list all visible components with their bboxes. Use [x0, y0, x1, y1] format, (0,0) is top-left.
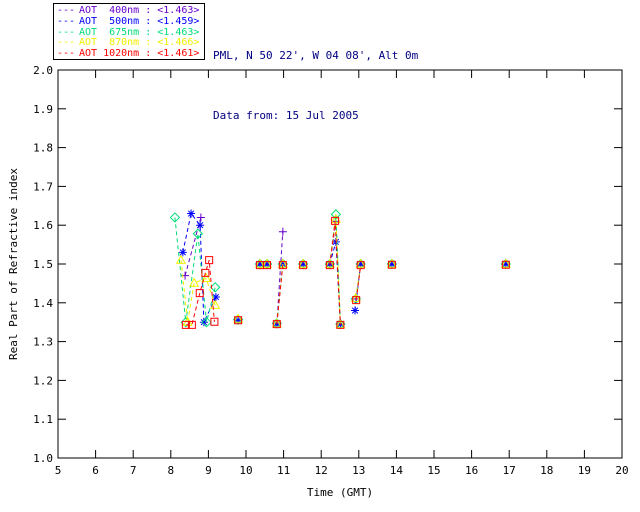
legend-line-sample: --- — [57, 15, 76, 27]
y-tick-label: 1.1 — [33, 413, 53, 426]
series-aot-870nm — [175, 213, 511, 329]
legend-item-aot-1020nm: --- AOT 1020nm : <1.461> — [57, 48, 204, 60]
y-tick-label: 1.7 — [33, 180, 53, 193]
y-tick-label: 1.3 — [33, 336, 53, 349]
x-tick-label: 6 — [92, 464, 99, 477]
series-aot-400nm — [181, 213, 510, 329]
series-aot-1020nm — [181, 216, 510, 329]
x-tick-label: 5 — [55, 464, 62, 477]
data-date: Data from: 15 Jul 2005 — [213, 109, 359, 122]
y-tick-label: 1.9 — [33, 103, 53, 116]
y-tick-label: 1.4 — [33, 297, 53, 310]
plus-marker — [196, 213, 205, 222]
x-tick-label: 14 — [390, 464, 404, 477]
x-tick-label: 13 — [352, 464, 365, 477]
series-line — [329, 220, 341, 325]
legend-label: AOT 500nm : <1.459> — [79, 15, 200, 27]
x-tick-label: 19 — [578, 464, 591, 477]
y-tick-label: 1.0 — [33, 452, 53, 465]
asterisk-marker — [351, 306, 360, 315]
asterisk-marker — [178, 248, 187, 257]
square-marker — [210, 317, 219, 326]
x-tick-label: 18 — [540, 464, 553, 477]
x-tick-label: 15 — [427, 464, 440, 477]
y-tick-label: 2.0 — [33, 64, 53, 77]
series-line — [180, 260, 216, 323]
x-tick-label: 12 — [315, 464, 328, 477]
y-tick-label: 1.8 — [33, 142, 53, 155]
series-line — [329, 214, 341, 325]
plus-marker — [278, 227, 287, 236]
series-aot-675nm — [169, 209, 512, 330]
series-line — [329, 221, 341, 325]
legend-line-sample: --- — [57, 48, 76, 60]
chart-legend: --- AOT 400nm : <1.463> --- AOT 500nm : <1.… — [53, 3, 205, 60]
x-tick-label: 10 — [239, 464, 252, 477]
x-tick-label: 9 — [205, 464, 212, 477]
legend-label: AOT 1020nm : <1.461> — [79, 48, 200, 60]
legend-label: AOT 675nm : <1.463> — [79, 26, 200, 38]
refractive-index-figure: --- AOT 400nm : <1.463> --- AOT 500nm : <1.… — [0, 0, 640, 512]
series-line — [276, 231, 284, 325]
x-axis-label: Time (GMT) — [307, 486, 373, 499]
diamond-marker — [209, 282, 221, 293]
x-tick-label: 20 — [615, 464, 628, 477]
data-series — [169, 209, 512, 330]
y-tick-label: 1.5 — [33, 258, 53, 271]
x-tick-label: 7 — [130, 464, 137, 477]
y-tick-label: 1.6 — [33, 219, 53, 232]
y-axis-label: Real Part of Refractive index — [7, 168, 20, 360]
asterisk-marker — [196, 221, 205, 230]
x-tick-label: 8 — [167, 464, 174, 477]
y-tick-label: 1.2 — [33, 374, 53, 387]
station-info: PML, N 50 22', W 04 08', Alt 0m — [213, 49, 419, 62]
chart-header: PML, N 50 22', W 04 08', Alt 0m Data fro… — [213, 6, 418, 166]
x-tick-label: 17 — [503, 464, 516, 477]
series-aot-500nm — [178, 209, 510, 329]
x-tick-label: 11 — [277, 464, 290, 477]
x-tick-label: 16 — [465, 464, 478, 477]
legend-label: AOT 870nm : <1.466> — [79, 37, 200, 49]
series-line — [329, 219, 341, 325]
asterisk-marker — [187, 209, 196, 218]
legend-label: AOT 400nm : <1.463> — [79, 5, 200, 16]
